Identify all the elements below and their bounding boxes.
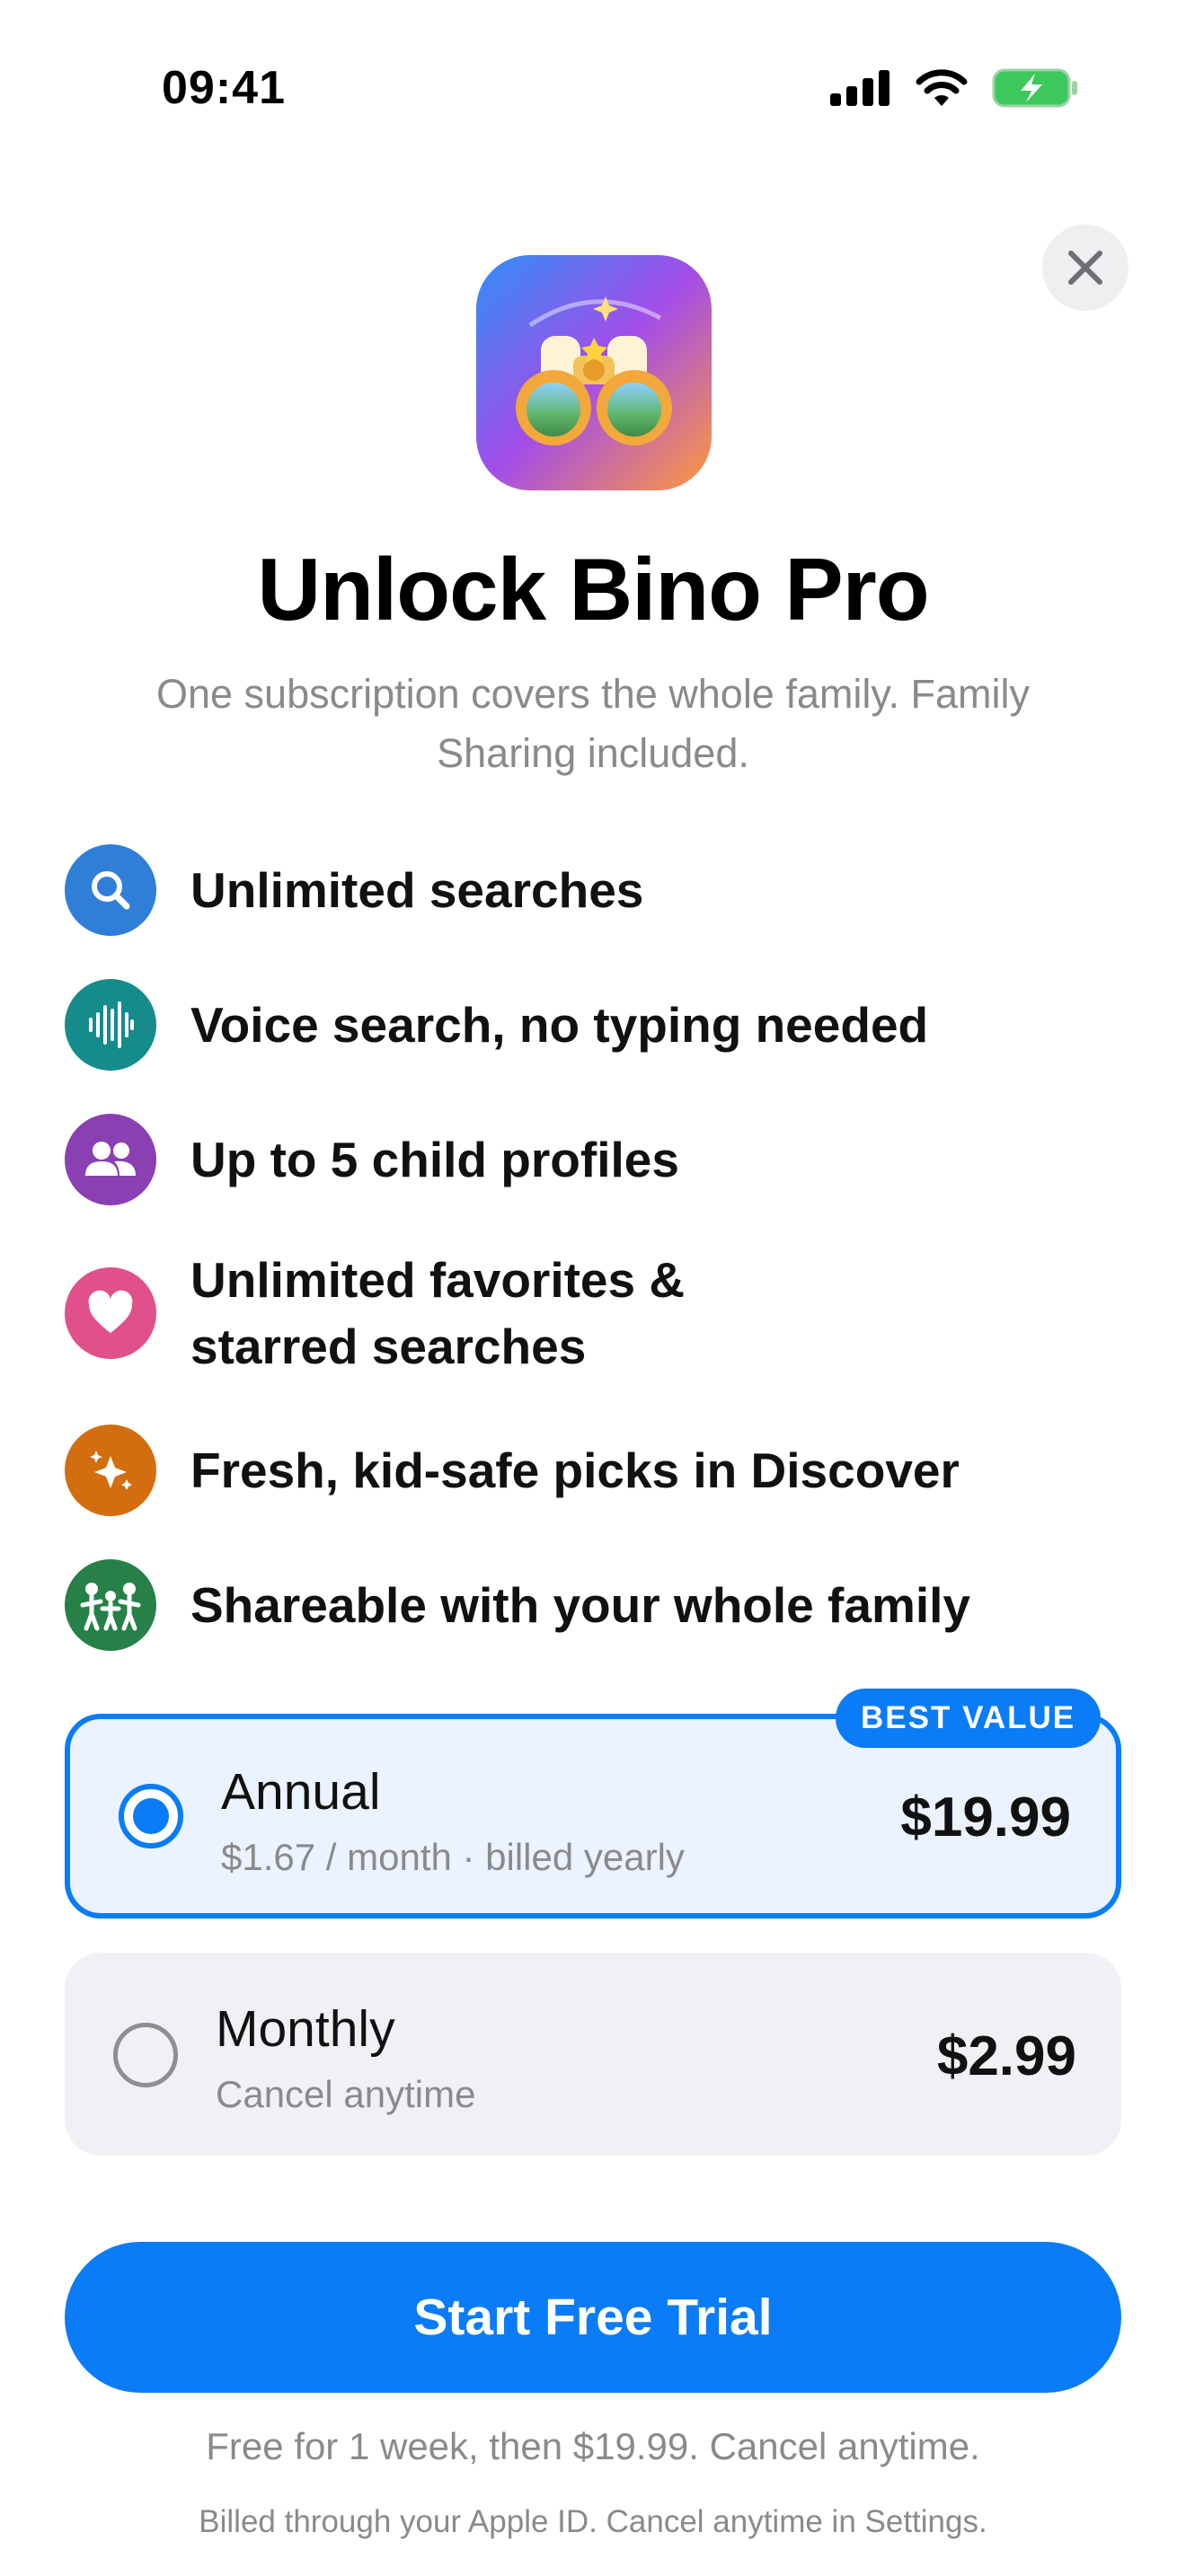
best-value-badge: BEST VALUE: [836, 1689, 1102, 1748]
feature-item: Unlimited favorites & starred searches: [65, 1247, 748, 1380]
voice-waveform-icon: [65, 979, 156, 1071]
people-icon: [65, 1114, 156, 1205]
plan-detail: $1.67 / month · billed yearly: [221, 1836, 685, 1878]
plan-name: Annual: [221, 1763, 381, 1821]
feature-label: Unlimited searches: [190, 862, 644, 918]
feature-item: Unlimited searches: [65, 844, 1125, 936]
plan-price: $19.99: [900, 1786, 1071, 1848]
battery-charging-icon: [992, 68, 1077, 108]
signal-icon: [830, 70, 890, 106]
close-button[interactable]: [1042, 225, 1128, 311]
status-icons: [830, 68, 1078, 108]
sparkles-icon: [65, 1425, 156, 1516]
plan-price: $2.99: [936, 2025, 1076, 2087]
feature-label: Voice search, no typing needed: [190, 997, 929, 1053]
plan-name: Monthly: [216, 2000, 395, 2058]
feature-label: Fresh, kid-safe picks in Discover: [190, 1442, 960, 1498]
feature-label: Shareable with your whole family: [190, 1577, 970, 1633]
trial-note: Free for 1 week, then $19.99. Cancel any…: [206, 2425, 980, 2467]
search-icon: [65, 844, 156, 936]
feature-item: Voice search, no typing needed: [65, 979, 1125, 1071]
feature-label: Unlimited favorites & starred searches: [190, 1252, 686, 1374]
plan-monthly[interactable]: Monthly Cancel anytime $2.99: [65, 1953, 1121, 2156]
page-title: Unlock Bino Pro: [257, 540, 929, 639]
family-icon: [65, 1559, 156, 1651]
feature-label: Up to 5 child profiles: [190, 1132, 679, 1187]
binoculars-app-icon: [476, 255, 712, 490]
status-time: 09:41: [162, 62, 286, 114]
feature-item: Shareable with your whole family: [65, 1559, 1125, 1651]
radio-unselected[interactable]: [113, 2023, 178, 2087]
wifi-icon: [916, 69, 968, 106]
radio-selected[interactable]: [119, 1784, 183, 1848]
start-free-trial-button[interactable]: Start Free Trial: [65, 2242, 1121, 2393]
billing-note: Billed through your Apple ID. Cancel any…: [199, 2504, 987, 2539]
page-subtitle: One subscription covers the whole family…: [155, 671, 1031, 776]
feature-item: Fresh, kid-safe picks in Discover: [65, 1425, 1125, 1516]
heart-icon: [65, 1267, 156, 1359]
close-icon: [1068, 251, 1102, 285]
plan-detail: Cancel anytime: [216, 2073, 476, 2115]
feature-item: Up to 5 child profiles: [65, 1114, 1125, 1205]
